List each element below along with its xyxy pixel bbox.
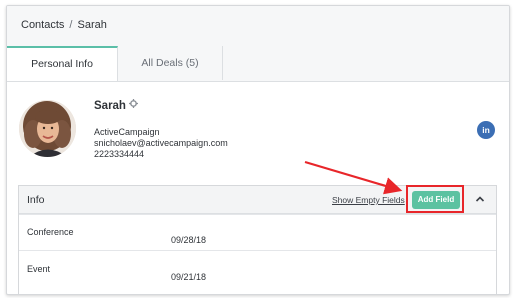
tab-bar: Personal Info All Deals (5) [7, 46, 509, 82]
contact-company: ActiveCampaign [94, 127, 160, 137]
info-section-title: Info [27, 194, 45, 206]
breadcrumb-separator: / [69, 19, 73, 31]
field-value[interactable]: 09/21/18 [171, 272, 206, 282]
contact-phone[interactable]: 2223334444 [94, 149, 144, 159]
breadcrumb: Contacts / Sarah [21, 19, 107, 31]
gear-icon[interactable] [129, 99, 138, 111]
contact-name: Sarah [94, 100, 126, 112]
breadcrumb-contacts-link[interactable]: Contacts [21, 19, 64, 31]
info-section-header: Info Show Empty Fields Add Field [19, 185, 496, 214]
contact-email[interactable]: snicholaev@activecampaign.com [94, 138, 228, 148]
linkedin-icon[interactable]: in [477, 121, 495, 139]
avatar-image [19, 100, 76, 157]
info-section: Info Show Empty Fields Add Field Confere… [18, 185, 497, 294]
chevron-up-icon[interactable] [473, 192, 487, 206]
show-empty-fields-link[interactable]: Show Empty Fields [332, 195, 405, 205]
contact-panel: Contacts / Sarah Personal Info All Deals (… [6, 5, 510, 295]
tab-all-deals[interactable]: All Deals (5) [118, 46, 223, 80]
header-bar: Contacts / Sarah [7, 6, 509, 47]
info-field-row: Event 09/21/18 [19, 250, 496, 294]
field-label: Conference [27, 227, 74, 237]
info-field-row: Conference 09/28/18 [19, 214, 496, 251]
avatar [19, 100, 76, 157]
add-field-button[interactable]: Add Field [412, 191, 460, 209]
field-value[interactable]: 09/28/18 [171, 235, 206, 245]
breadcrumb-current: Sarah [77, 19, 107, 31]
field-label: Event [27, 264, 51, 274]
tab-personal-info[interactable]: Personal Info [7, 46, 118, 81]
